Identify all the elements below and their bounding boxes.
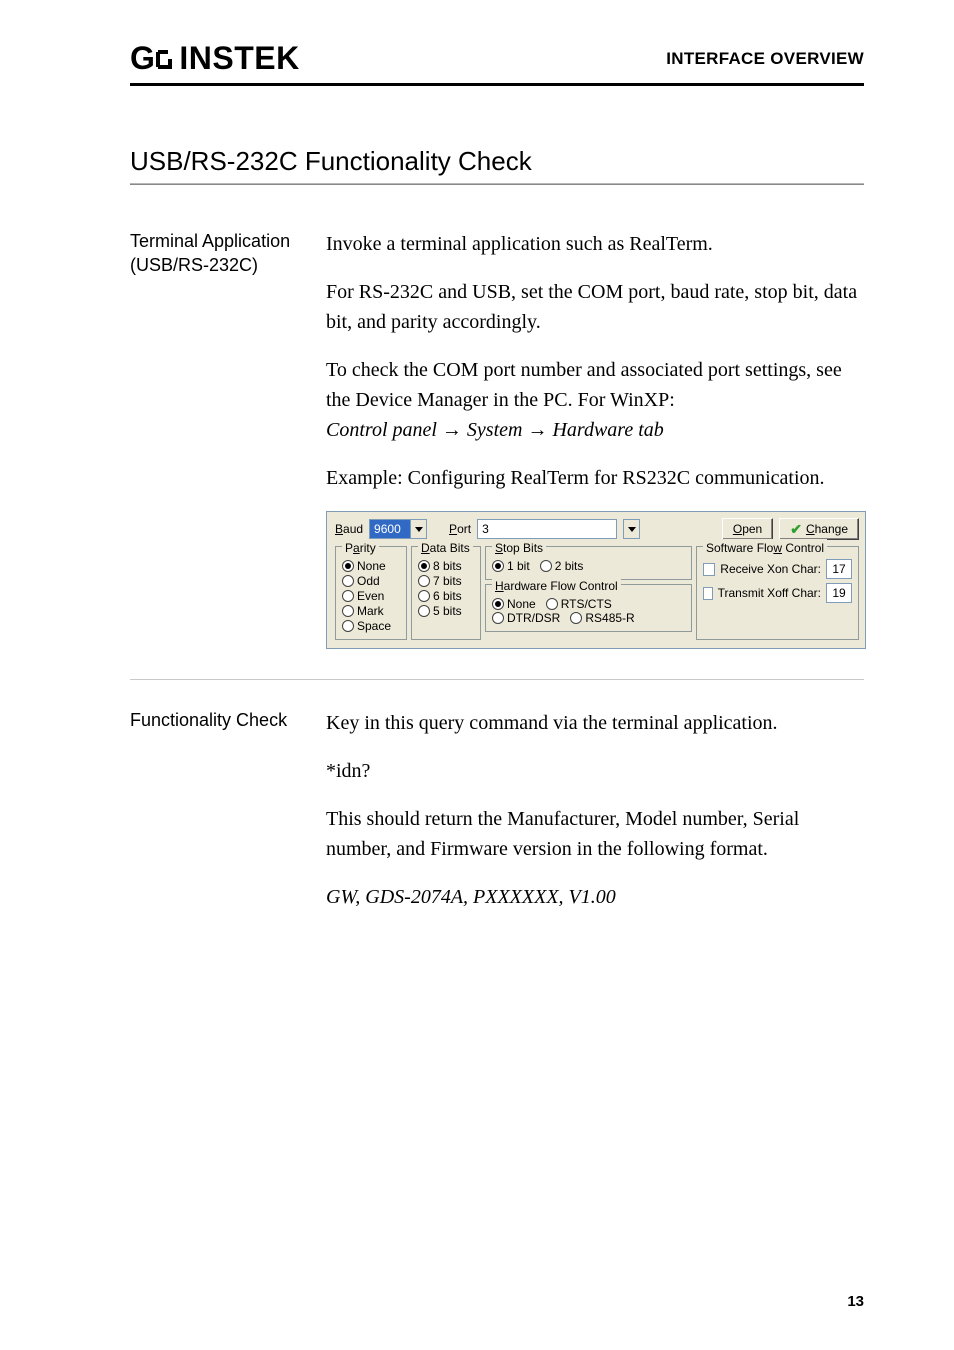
block2-p1: Key in this query command via the termin… (326, 708, 864, 738)
section-title: USB/RS-232C Functionality Check (130, 146, 864, 177)
change-label: Change (806, 520, 848, 538)
swflow-transmit-label: Transmit Xoff Char: (718, 584, 821, 602)
stopbits-1[interactable]: 1 bit (492, 559, 530, 573)
parity-group: Parity None Odd Even Mark Space (335, 546, 407, 640)
parity-even[interactable]: Even (342, 589, 400, 603)
databits-group: Data Bits 8 bits 7 bits 6 bits 5 bits (411, 546, 481, 640)
hwflow-rs485[interactable]: RS485-R (570, 611, 634, 625)
databits-5[interactable]: 5 bits (418, 604, 474, 618)
brand-logo: G INSTEK (130, 40, 300, 77)
port-input[interactable]: 3 (477, 519, 617, 539)
swflow-transmit-input[interactable]: 19 (826, 583, 852, 603)
databits-legend: Data Bits (418, 539, 473, 557)
hwflow-dtrdsr[interactable]: DTR/DSR (492, 611, 560, 625)
databits-6[interactable]: 6 bits (418, 589, 474, 603)
block1-label: Terminal Application (USB/RS-232C) (130, 229, 300, 649)
stopbits-2[interactable]: 2 bits (540, 559, 584, 573)
check-icon: ✔ (790, 522, 802, 536)
block1-p3a: To check the COM port number and associa… (326, 359, 842, 411)
block1-p1: Invoke a terminal application such as Re… (326, 229, 866, 259)
realterm-panel: Baud 9600 Port 3 Open ✔ Change (326, 511, 866, 649)
brand-text: G INSTEK (130, 40, 300, 77)
baud-label: Baud (335, 520, 363, 538)
parity-legend: Parity (342, 539, 379, 557)
swflow-receive-input[interactable]: 17 (826, 559, 852, 579)
block1-p2: For RS-232C and USB, set the COM port, b… (326, 277, 866, 337)
parity-space[interactable]: Space (342, 619, 400, 633)
open-button[interactable]: Open (722, 518, 773, 540)
block1-p3b: Control panel → System → Hardware tab (326, 419, 664, 441)
port-label: Port (449, 520, 471, 538)
baud-combo[interactable]: 9600 (369, 519, 427, 539)
hwflow-group: Hardware Flow Control None RTS/CTS DTR/D… (485, 584, 692, 632)
change-button[interactable]: ✔ Change (779, 518, 859, 540)
brand-pre: G (130, 40, 155, 77)
port-dropdown[interactable] (623, 519, 640, 539)
hwflow-legend: Hardware Flow Control (492, 577, 621, 595)
swflow-receive-label: Receive Xon Char: (720, 560, 821, 578)
dropdown-icon[interactable] (410, 520, 426, 538)
brand-mark-icon (155, 48, 177, 70)
header-section-title: INTERFACE OVERVIEW (666, 49, 864, 69)
swflow-legend: Software Flow Control (703, 539, 827, 557)
parity-none[interactable]: None (342, 559, 400, 573)
databits-7[interactable]: 7 bits (418, 574, 474, 588)
block1-p4: Example: Configuring RealTerm for RS232C… (326, 463, 866, 493)
parity-mark[interactable]: Mark (342, 604, 400, 618)
block2-p2: *idn? (326, 756, 864, 786)
hwflow-none[interactable]: None (492, 597, 536, 611)
block2-p4: GW, GDS-2074A, PXXXXXX, V1.00 (326, 882, 864, 912)
databits-8[interactable]: 8 bits (418, 559, 474, 573)
dropdown-icon[interactable] (623, 520, 639, 538)
block1-p3: To check the COM port number and associa… (326, 355, 866, 445)
baud-value: 9600 (370, 520, 410, 538)
swflow-transmit-check[interactable] (703, 587, 713, 600)
page-number: 13 (847, 1293, 864, 1310)
stopbits-legend: Stop Bits (492, 539, 546, 557)
swflow-receive-check[interactable] (703, 563, 715, 576)
block2-p3: This should return the Manufacturer, Mod… (326, 804, 864, 864)
stopbits-group: Stop Bits 1 bit 2 bits (485, 546, 692, 580)
swflow-group: Software Flow Control Receive Xon Char: … (696, 546, 859, 640)
block2-label: Functionality Check (130, 708, 300, 912)
hwflow-rtscts[interactable]: RTS/CTS (546, 597, 612, 611)
open-label: Open (733, 520, 762, 538)
brand-post: INSTEK (179, 40, 299, 77)
page-header: G INSTEK INTERFACE OVERVIEW (130, 40, 864, 86)
parity-odd[interactable]: Odd (342, 574, 400, 588)
